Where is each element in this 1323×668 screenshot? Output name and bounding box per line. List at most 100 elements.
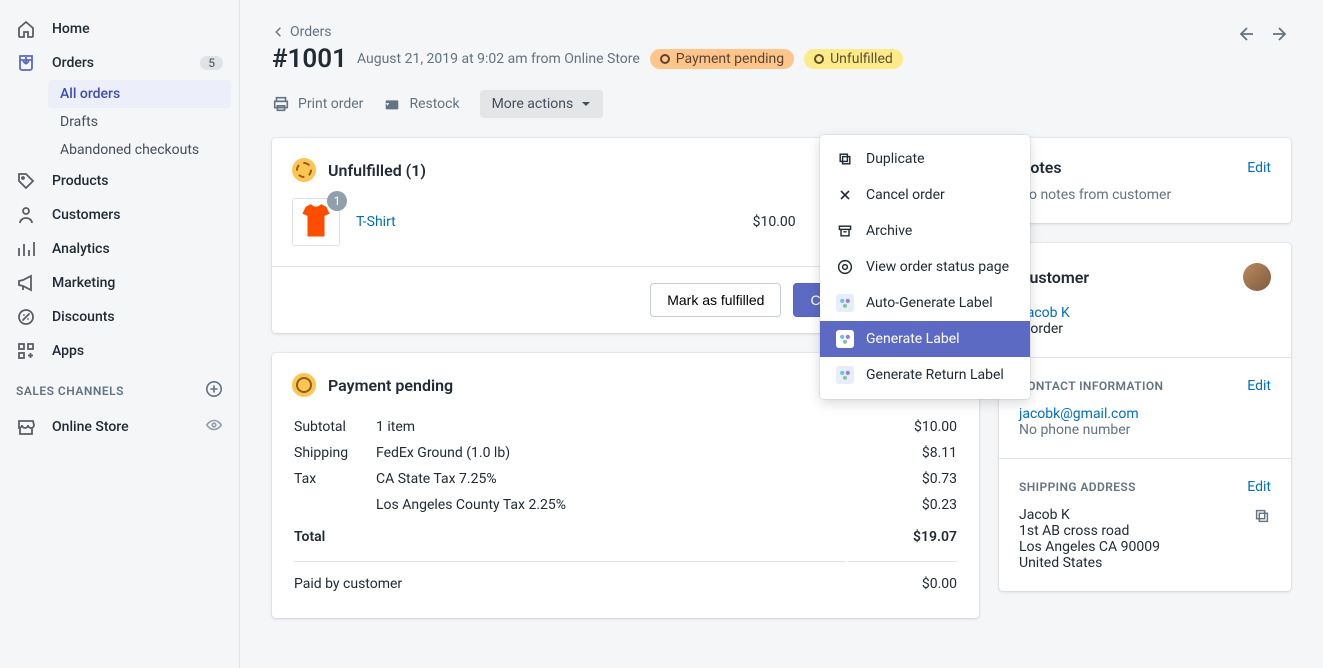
notes-card: Notes Edit No notes from customer: [999, 138, 1291, 223]
restock-button[interactable]: Restock: [383, 95, 459, 113]
archive-icon: [836, 222, 854, 240]
nav-label: Discounts: [52, 309, 115, 325]
unfulfilled-ring-icon: [292, 158, 316, 182]
product-name-link[interactable]: T-Shirt: [356, 214, 396, 230]
menu-archive[interactable]: Archive: [820, 213, 1030, 249]
more-actions-menu: Duplicate Cancel order Archive View orde…: [820, 135, 1030, 399]
nav-discounts[interactable]: Discounts: [0, 300, 239, 334]
nav-label: Orders: [52, 55, 94, 71]
title-row: #1001 August 21, 2019 at 9:02 am from On…: [272, 44, 1291, 74]
nav-orders[interactable]: Orders 5: [0, 46, 239, 80]
nav-marketing[interactable]: Marketing: [0, 266, 239, 300]
nav-label: Customers: [52, 207, 120, 223]
page-title: #1001: [272, 44, 347, 74]
apps-icon: [16, 341, 36, 361]
prev-order-icon[interactable]: [1235, 24, 1255, 48]
main-content: Orders #1001 August 21, 2019 at 9:02 am …: [240, 0, 1323, 668]
subnav-all-orders[interactable]: All orders: [48, 80, 231, 108]
discount-icon: [16, 307, 36, 327]
restock-icon: [383, 95, 401, 113]
summary-total-row: Total $19.07: [294, 519, 957, 559]
nav-online-store[interactable]: Online Store: [0, 409, 239, 445]
breadcrumb-label: Orders: [290, 24, 332, 40]
summary-row: Tax CA State Tax 7.25% $0.73: [294, 467, 957, 491]
payment-status-badge: Payment pending: [650, 49, 794, 69]
customer-name-link[interactable]: Jacob K: [1019, 305, 1271, 321]
product-thumbnail[interactable]: 1: [292, 198, 340, 246]
home-icon: [16, 19, 36, 39]
nav-label: Online Store: [52, 419, 129, 435]
nav-apps[interactable]: Apps: [0, 334, 239, 368]
nav-customers[interactable]: Customers: [0, 198, 239, 232]
nav-home[interactable]: Home: [0, 12, 239, 46]
status-dot-icon: [814, 54, 824, 64]
shipping-address: Jacob K 1st AB cross road Los Angeles CA…: [1019, 507, 1160, 571]
summary-paid-row: Paid by customer $0.00: [294, 561, 957, 596]
nav-label: Products: [52, 173, 109, 189]
contact-edit-link[interactable]: Edit: [1247, 378, 1271, 394]
breadcrumb[interactable]: Orders: [272, 24, 1291, 40]
store-icon: [16, 417, 36, 437]
menu-auto-generate-label[interactable]: Auto-Generate Label: [820, 285, 1030, 321]
eye-icon[interactable]: [205, 416, 223, 438]
unit-price: $10.00: [753, 214, 796, 230]
summary-row: Shipping FedEx Ground (1.0 lb) $8.11: [294, 441, 957, 465]
notes-empty: No notes from customer: [1019, 187, 1271, 203]
qty-badge: 1: [327, 191, 347, 211]
order-subtitle: August 21, 2019 at 9:02 am from Online S…: [357, 51, 640, 67]
more-actions-button[interactable]: More actions: [480, 90, 604, 118]
avatar[interactable]: [1243, 263, 1271, 291]
nav-label: Marketing: [52, 275, 115, 291]
menu-generate-label[interactable]: Generate Label: [820, 321, 1030, 357]
app-icon: [836, 294, 854, 312]
summary-row: Subtotal 1 item $10.00: [294, 415, 957, 439]
duplicate-icon: [836, 150, 854, 168]
nav-label: Analytics: [52, 241, 110, 257]
nav-analytics[interactable]: Analytics: [0, 232, 239, 266]
orders-count-badge: 5: [200, 56, 223, 70]
pager-arrows: [1235, 24, 1291, 48]
orders-subnav: All orders Drafts Abandoned checkouts: [0, 80, 239, 164]
customer-card: Customer Jacob K 1 order CONTACT INFORMA…: [999, 243, 1291, 591]
tag-icon: [16, 171, 36, 191]
nav-products[interactable]: Products: [0, 164, 239, 198]
shipping-address-title: SHIPPING ADDRESS: [1019, 480, 1136, 494]
print-order-button[interactable]: Print order: [272, 95, 363, 113]
menu-generate-return-label[interactable]: Generate Return Label: [820, 357, 1030, 393]
view-icon: [836, 258, 854, 276]
contact-info-title: CONTACT INFORMATION: [1019, 379, 1163, 393]
megaphone-icon: [16, 273, 36, 293]
subnav-abandoned[interactable]: Abandoned checkouts: [48, 136, 231, 164]
summary-row: Los Angeles County Tax 2.25% $0.23: [294, 493, 957, 517]
menu-cancel-order[interactable]: Cancel order: [820, 177, 1030, 213]
shipping-edit-link[interactable]: Edit: [1247, 479, 1271, 495]
actions-row: Print order Restock More actions: [272, 90, 1291, 118]
status-dot-icon: [660, 54, 670, 64]
nav-label: Apps: [52, 343, 84, 359]
analytics-icon: [16, 239, 36, 259]
copy-address-icon[interactable]: [1253, 507, 1271, 529]
payment-ring-icon: [292, 373, 316, 397]
menu-duplicate[interactable]: Duplicate: [820, 141, 1030, 177]
person-icon: [16, 205, 36, 225]
caret-down-icon: [581, 99, 591, 109]
nav-label: Home: [52, 21, 90, 37]
customer-phone: No phone number: [1019, 422, 1271, 438]
mark-fulfilled-button[interactable]: Mark as fulfilled: [650, 283, 781, 317]
sidebar: Home Orders 5 All orders Drafts Abandone…: [0, 0, 240, 668]
payment-summary: Subtotal 1 item $10.00 Shipping FedEx Gr…: [292, 413, 959, 598]
print-icon: [272, 95, 290, 113]
add-channel-icon[interactable]: [205, 380, 223, 401]
app-icon: [836, 366, 854, 384]
subnav-drafts[interactable]: Drafts: [48, 108, 231, 136]
channels-title: SALES CHANNELS: [16, 384, 124, 398]
app-icon: [836, 330, 854, 348]
orders-icon: [16, 53, 36, 73]
next-order-icon[interactable]: [1271, 24, 1291, 48]
fulfillment-status-badge: Unfulfilled: [804, 49, 903, 69]
customer-order-count: 1 order: [1019, 321, 1271, 337]
customer-email-link[interactable]: jacobk@gmail.com: [1019, 406, 1271, 422]
sales-channels-header: SALES CHANNELS: [0, 368, 239, 409]
menu-view-status[interactable]: View order status page: [820, 249, 1030, 285]
notes-edit-link[interactable]: Edit: [1247, 160, 1271, 176]
